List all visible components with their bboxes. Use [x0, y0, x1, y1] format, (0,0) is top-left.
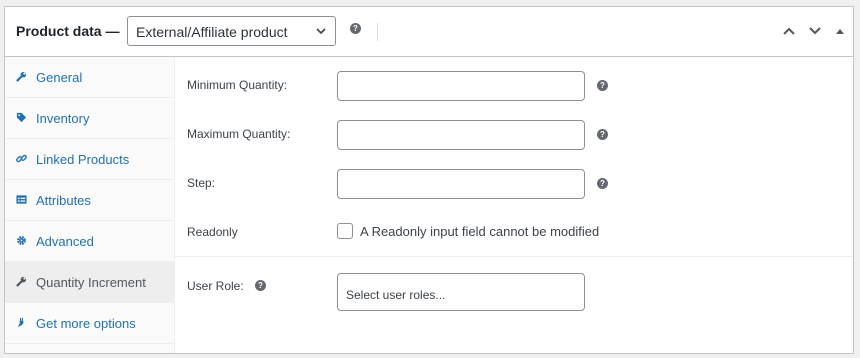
- tab-attributes[interactable]: Attributes: [5, 180, 175, 221]
- max-qty-input[interactable]: [337, 120, 585, 150]
- wrench-icon: [16, 276, 27, 287]
- tab-get-more-options[interactable]: Get more options: [5, 303, 175, 344]
- move-up-icon[interactable]: [782, 25, 796, 37]
- tag-icon: [16, 112, 27, 123]
- readonly-checkbox-label[interactable]: A Readonly input field cannot be modifie…: [360, 224, 599, 239]
- tab-label: Advanced: [36, 234, 94, 249]
- tab-label: Get more options: [36, 316, 136, 331]
- step-label: Step:: [187, 176, 216, 190]
- product-type-value: External/Affiliate product: [136, 24, 288, 40]
- tab-inventory[interactable]: Inventory: [5, 98, 175, 139]
- tab-quantity-increment[interactable]: Quantity Increment: [5, 262, 175, 303]
- user-role-label: User Role:: [187, 279, 244, 293]
- tab-label: Linked Products: [36, 152, 130, 167]
- step-input[interactable]: [337, 169, 585, 199]
- user-role-placeholder: Select user roles...: [346, 288, 446, 302]
- product-data-tabs: General Inventory Linked Products Attrib…: [5, 57, 175, 353]
- product-data-panel: Product data — External/Affiliate produc…: [4, 6, 854, 354]
- tab-label: Attributes: [36, 193, 91, 208]
- move-down-icon[interactable]: [808, 25, 822, 37]
- help-icon[interactable]: ?: [350, 23, 361, 34]
- tab-label: Inventory: [36, 111, 90, 126]
- header-divider: [377, 23, 378, 41]
- link-icon: [16, 154, 27, 163]
- chevron-down-icon: [316, 28, 326, 35]
- readonly-checkbox[interactable]: [337, 223, 353, 239]
- list-icon: [16, 195, 27, 204]
- section-divider: [175, 256, 853, 257]
- tab-linked-products[interactable]: Linked Products: [5, 139, 175, 180]
- help-icon[interactable]: ?: [597, 178, 608, 189]
- help-icon[interactable]: ?: [597, 129, 608, 140]
- gear-icon: [17, 236, 26, 245]
- min-qty-input[interactable]: [337, 71, 585, 101]
- help-icon[interactable]: ?: [597, 80, 608, 91]
- tab-general[interactable]: General: [5, 57, 175, 98]
- collapse-toggle-icon[interactable]: [834, 25, 846, 37]
- panel-title: Product data —: [16, 23, 120, 39]
- product-type-select[interactable]: External/Affiliate product: [127, 16, 336, 46]
- help-icon[interactable]: ?: [255, 280, 266, 291]
- panel-header: Product data — External/Affiliate produc…: [5, 7, 853, 57]
- wrench-icon: [16, 71, 27, 82]
- user-role-select[interactable]: Select user roles...: [337, 273, 585, 311]
- tab-label: General: [36, 70, 83, 85]
- readonly-label: Readonly: [187, 225, 238, 239]
- plugin-icon: [17, 317, 24, 328]
- max-qty-label: Maximum Quantity:: [187, 127, 291, 141]
- min-qty-label: Minimum Quantity:: [187, 78, 288, 92]
- tab-label: Quantity Increment: [36, 275, 146, 290]
- tab-advanced[interactable]: Advanced: [5, 221, 175, 262]
